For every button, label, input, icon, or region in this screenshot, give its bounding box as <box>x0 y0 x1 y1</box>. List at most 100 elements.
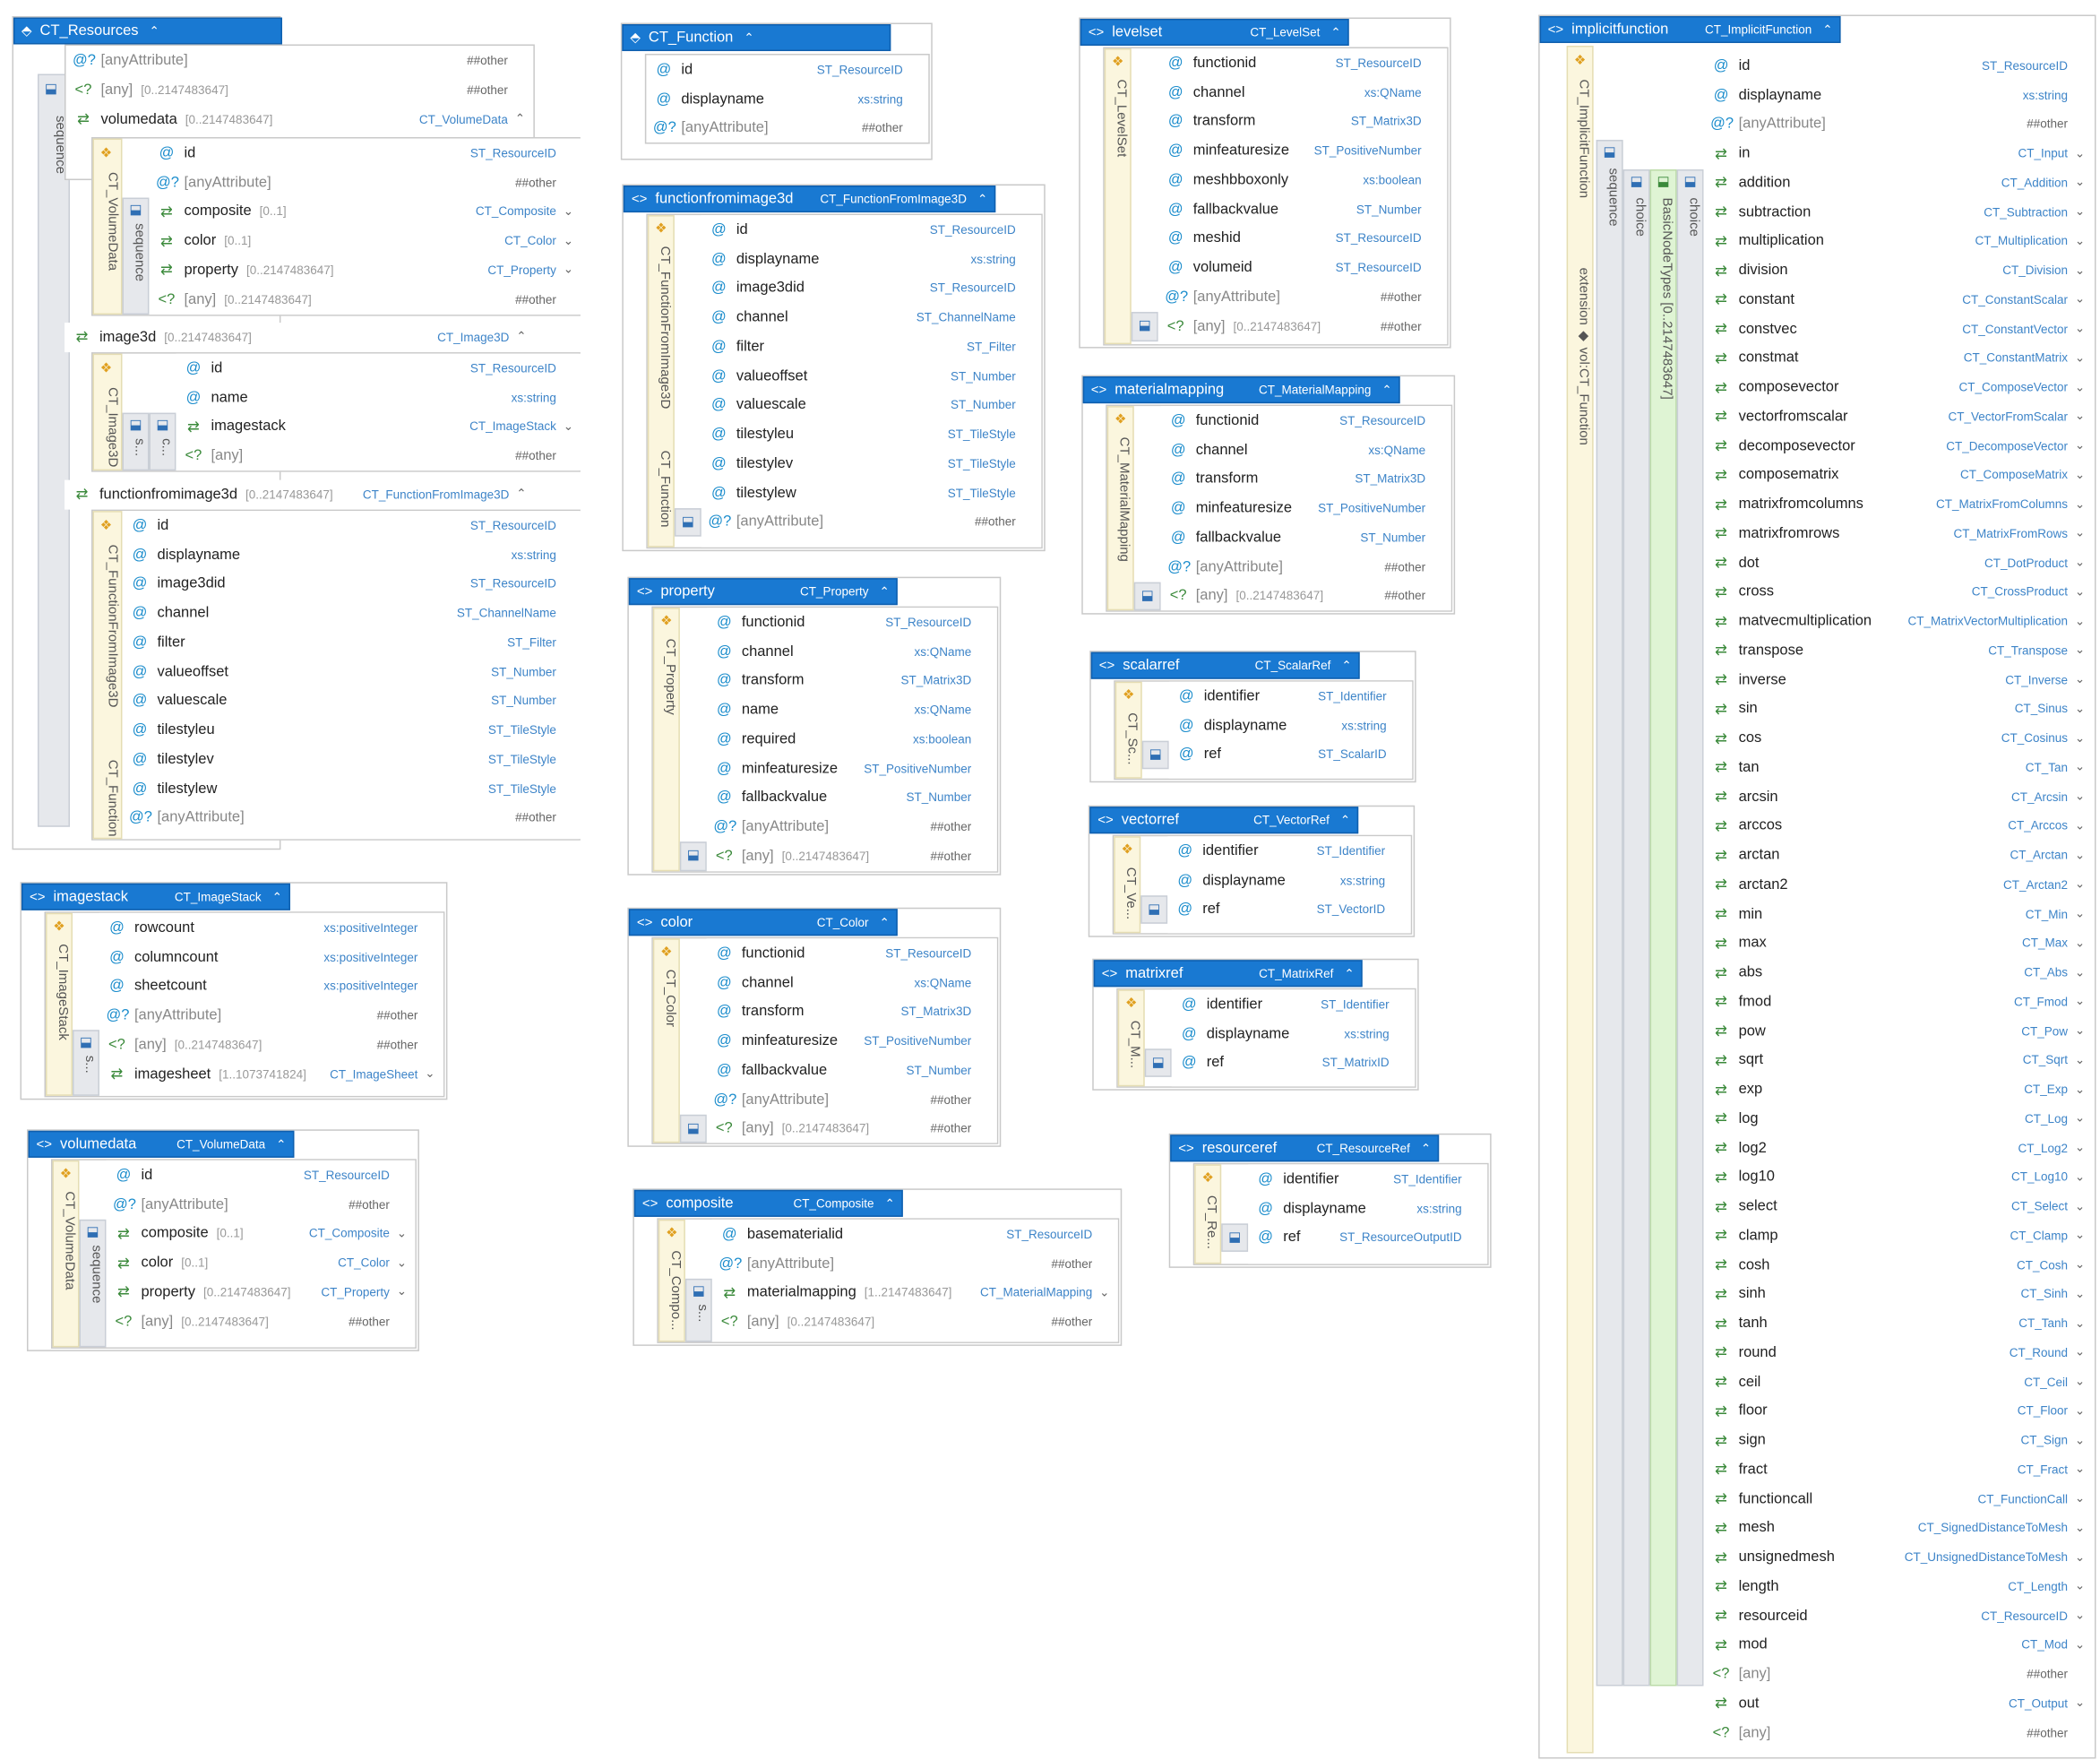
schema-row[interactable]: <? [any] ##other <box>1704 1718 2094 1747</box>
schema-row[interactable]: ⇄ matvecmultiplication CT_MatrixVectorMult… <box>1704 607 2094 636</box>
expand-chevron-icon[interactable]: ⌄ <box>2072 438 2088 453</box>
collapse-icon[interactable]: ⌃ <box>276 1137 286 1152</box>
schema-row[interactable]: ⇄ color [0..1] CT_Color ⌄ <box>149 226 581 255</box>
schema-row[interactable]: ⇄ multiplication CT_Multiplication ⌄ <box>1704 227 2094 256</box>
collapse-icon[interactable]: ⌃ <box>150 23 159 39</box>
box-header[interactable]: <> matrixref CT_MatrixRef ⌃ <box>1093 960 1363 988</box>
schema-row[interactable]: @ fallbackvalue ST_Number <box>707 1056 997 1085</box>
expand-chevron-icon[interactable]: ⌄ <box>2072 819 2088 834</box>
schema-row[interactable]: ⇄ arcsin CT_Arcsin ⌄ <box>1704 782 2094 812</box>
schema-row[interactable]: @? [anyAttribute] ##other <box>707 1084 997 1114</box>
collapse-icon[interactable]: ⌃ <box>1822 22 1832 38</box>
schema-row[interactable]: ⇄ dot CT_DotProduct ⌄ <box>1704 548 2094 578</box>
collapse-icon[interactable]: ⌃ <box>513 330 529 345</box>
expand-chevron-icon[interactable]: ⌄ <box>2072 1082 2088 1097</box>
box-header[interactable]: <> property CT_Property ⌃ <box>628 578 898 606</box>
schema-row[interactable]: @ rowcount xs:positiveInteger <box>99 913 443 943</box>
box-header[interactable]: <> materialmapping CT_MaterialMapping ⌃ <box>1082 376 1400 404</box>
box-header[interactable]: <> functionfromimage3d CT_FunctionFromImag… <box>623 185 996 213</box>
schema-row[interactable]: ⇄ mod CT_Mod ⌄ <box>1704 1630 2094 1660</box>
schema-row[interactable]: @ identifier ST_Identifier <box>1248 1164 1487 1194</box>
schema-row[interactable]: @ basematerialid ST_ResourceID <box>712 1220 1118 1249</box>
expand-chevron-icon[interactable]: ⌄ <box>560 419 576 435</box>
expand-chevron-icon[interactable]: ⌄ <box>393 1226 409 1241</box>
schema-row[interactable]: <? [any] ##other <box>1704 1660 2094 1689</box>
schema-row[interactable]: ⇄ cos CT_Cosinus ⌄ <box>1704 724 2094 754</box>
expand-chevron-icon[interactable]: ⌄ <box>2072 1462 2088 1477</box>
schema-row[interactable]: @ name xs:string <box>176 383 581 412</box>
schema-row[interactable]: ⇄ log2 CT_Log2 ⌄ <box>1704 1133 2094 1162</box>
schema-row[interactable]: ⇄ log10 CT_Log10 ⌄ <box>1704 1162 2094 1192</box>
expand-chevron-icon[interactable]: ⌄ <box>2072 1549 2088 1565</box>
schema-row[interactable]: @ image3did ST_ResourceID <box>122 569 581 599</box>
expand-chevron-icon[interactable]: ⌄ <box>393 1255 409 1271</box>
expand-chevron-icon[interactable]: ⌄ <box>2072 1696 2088 1712</box>
schema-row[interactable]: @ ref ST_ResourceOutputID <box>1248 1223 1487 1253</box>
schema-row[interactable]: @ minfeaturesize ST_PositiveNumber <box>1161 494 1451 523</box>
schema-row[interactable]: @ functionid ST_ResourceID <box>1161 406 1451 436</box>
schema-row[interactable]: ⇄ inverse CT_Inverse ⌄ <box>1704 665 2094 695</box>
expand-chevron-icon[interactable]: ⌄ <box>2072 1433 2088 1448</box>
schema-row[interactable]: ⇄ matrixfromrows CT_MatrixFromRows ⌄ <box>1704 519 2094 548</box>
schema-row[interactable]: @ transform ST_Matrix3D <box>707 666 997 695</box>
expand-chevron-icon[interactable]: ⌄ <box>2072 702 2088 717</box>
collapse-icon[interactable]: ⌃ <box>879 584 889 600</box>
schema-row[interactable]: ⇄ unsignedmesh CT_UnsignedDistanceToMesh ⌄ <box>1704 1542 2094 1572</box>
expand-chevron-icon[interactable]: ⌄ <box>2072 1491 2088 1506</box>
schema-row[interactable]: @ filter ST_Filter <box>122 628 581 658</box>
schema-row[interactable]: ⇄ tanh CT_Tanh ⌄ <box>1704 1308 2094 1338</box>
schema-row[interactable]: @? [anyAttribute] ##other <box>122 803 581 833</box>
schema-row[interactable]: <? [any] [0..2147483647] ##other <box>149 285 581 315</box>
schema-row[interactable]: @ displayname xs:string <box>1704 81 2094 110</box>
schema-row[interactable]: @ displayname xs:string <box>1248 1194 1487 1223</box>
expand-chevron-icon[interactable]: ⌄ <box>2072 1141 2088 1156</box>
expand-chevron-icon[interactable]: ⌄ <box>2072 643 2088 659</box>
expand-chevron-icon[interactable]: ⌄ <box>2072 1228 2088 1243</box>
schema-row[interactable]: @ id ST_ResourceID <box>701 215 1041 245</box>
schema-row[interactable]: ⇄ tan CT_Tan ⌄ <box>1704 753 2094 782</box>
expand-chevron-icon[interactable]: ⌃ <box>512 112 528 127</box>
schema-row[interactable]: ⇄ composematrix CT_ComposeMatrix ⌄ <box>1704 461 2094 490</box>
schema-row[interactable]: ⇄ decomposevector CT_DecomposeVector ⌄ <box>1704 431 2094 461</box>
schema-row[interactable]: @ id ST_ResourceID <box>176 354 581 384</box>
schema-row[interactable]: ⇄ imagestack CT_ImageStack ⌄ <box>176 412 581 442</box>
schema-row[interactable]: @? [anyAttribute] ##other <box>712 1248 1118 1278</box>
schema-row[interactable]: @ valueoffset ST_Number <box>701 361 1041 391</box>
schema-row[interactable]: ⇄ constvec CT_ConstantVector ⌄ <box>1704 315 2094 344</box>
schema-row[interactable]: @ ref ST_ScalarID <box>1169 740 1412 770</box>
schema-row[interactable]: @ functionid ST_ResourceID <box>707 608 997 637</box>
expand-chevron-icon[interactable]: ⌄ <box>2072 1637 2088 1652</box>
schema-row[interactable]: @ fallbackvalue ST_Number <box>1158 194 1447 224</box>
box-header[interactable]: <> composite CT_Composite ⌃ <box>633 1189 903 1217</box>
collapse-icon[interactable]: ⌃ <box>1421 1141 1431 1156</box>
schema-row[interactable]: @? [anyAttribute] ##other <box>65 46 533 75</box>
box-header[interactable]: <> volumedata CT_VolumeData ⌃ <box>28 1130 295 1158</box>
expand-chevron-icon[interactable]: ⌄ <box>2072 1257 2088 1273</box>
schema-row[interactable]: ⇄ color [0..1] CT_Color ⌄ <box>106 1248 415 1278</box>
schema-row[interactable]: @? [anyAttribute] ##other <box>1161 552 1451 582</box>
schema-row[interactable]: ⇄ arccos CT_Arccos ⌄ <box>1704 811 2094 841</box>
schema-row[interactable]: @ displayname xs:string <box>1169 711 1412 740</box>
schema-row[interactable]: <? [any] [0..2147483647] ##other <box>707 1114 997 1143</box>
expand-chevron-icon[interactable]: ⌄ <box>2072 1375 2088 1390</box>
schema-row[interactable]: ⇄ functionfromimage3d [0..2147483647] CT_Fu… <box>65 480 535 510</box>
expand-chevron-icon[interactable]: ⌄ <box>2072 234 2088 249</box>
schema-row[interactable]: @ identifier ST_Identifier <box>1167 836 1410 866</box>
expand-chevron-icon[interactable]: ⌄ <box>2072 1521 2088 1536</box>
schema-row[interactable]: @ channel xs:QName <box>707 637 997 667</box>
collapse-icon[interactable]: ⌃ <box>977 192 987 207</box>
schema-row[interactable]: @ id ST_ResourceID <box>149 139 581 168</box>
schema-row[interactable]: @ ref ST_MatrixID <box>1172 1048 1415 1078</box>
schema-row[interactable]: ⇄ arctan CT_Arctan ⌄ <box>1704 841 2094 870</box>
collapse-icon[interactable]: ⌃ <box>884 1196 894 1212</box>
expand-chevron-icon[interactable]: ⌄ <box>560 263 576 278</box>
expand-chevron-icon[interactable]: ⌄ <box>2072 292 2088 307</box>
collapse-icon[interactable]: ⌃ <box>1341 658 1351 673</box>
schema-row[interactable]: ⇄ composite [0..1] CT_Composite ⌄ <box>106 1219 415 1248</box>
expand-chevron-icon[interactable]: ⌄ <box>1097 1285 1113 1300</box>
schema-row[interactable]: ⇄ sinh CT_Sinh ⌄ <box>1704 1280 2094 1309</box>
schema-row[interactable]: @ valuescale ST_Number <box>122 686 581 716</box>
expand-chevron-icon[interactable]: ⌄ <box>2072 556 2088 571</box>
schema-row[interactable]: ⇄ fmod CT_Fmod ⌄ <box>1704 987 2094 1016</box>
schema-row[interactable]: <? [any] [0..2147483647] ##other <box>99 1030 443 1059</box>
